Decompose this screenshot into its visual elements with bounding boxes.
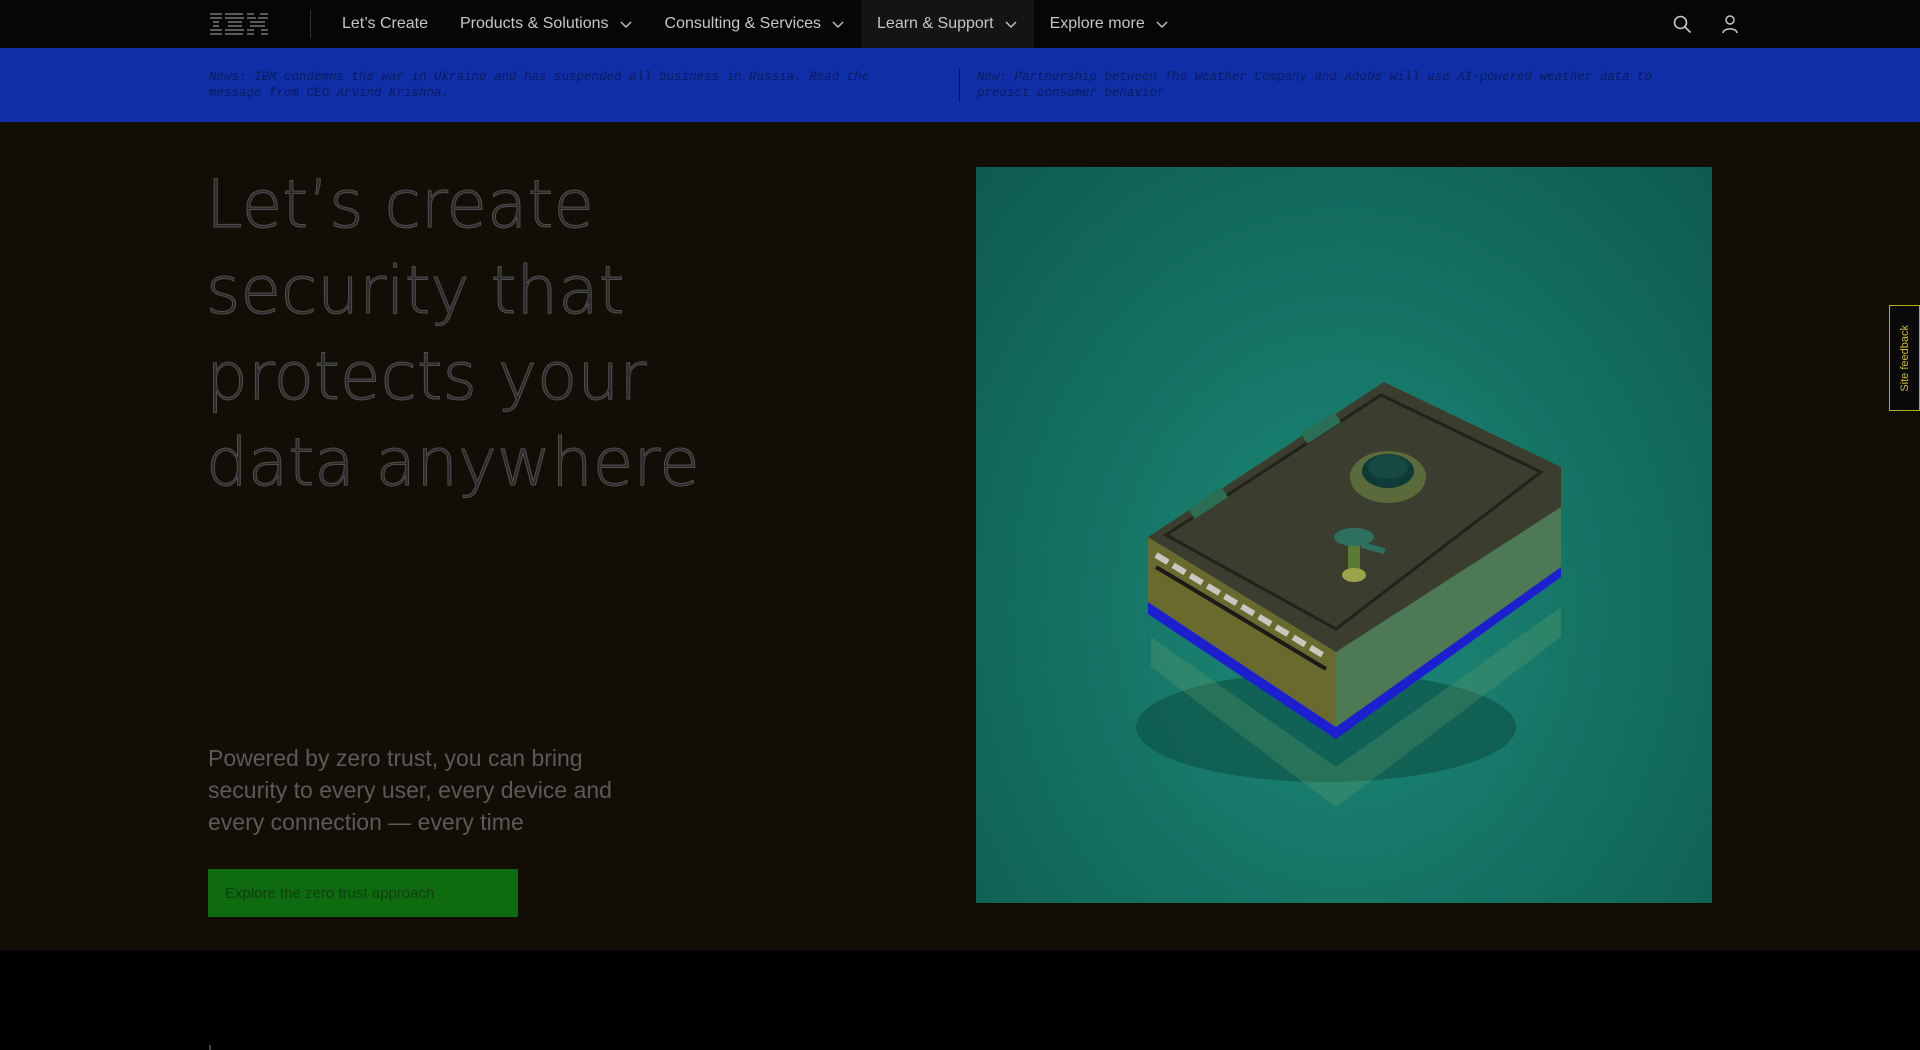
banner-divider [959,68,960,102]
news-link-weather-company[interactable]: New: Partnership between The Weather Com… [977,69,1697,101]
ibm-logo-mark [210,13,268,35]
nav-item-learn-support[interactable]: Learn & Support [861,0,1034,48]
nav-divider [310,10,311,38]
main-menu: Let’s Create Products & Solutions Consul… [326,0,1185,48]
chevron-down-icon [832,21,844,28]
explore-zero-trust-button[interactable]: Explore the zero trust approach [208,869,518,917]
chevron-down-icon [1005,21,1017,28]
user-icon[interactable] [1720,14,1740,34]
hero-safe-illustration [976,167,1712,903]
safe-illustration [1136,382,1561,807]
section-marker [209,1045,211,1050]
nav-item-products-solutions[interactable]: Products & Solutions [444,0,649,48]
site-feedback-label: Site feedback [1898,324,1911,392]
nav-utility-icons [1672,0,1740,48]
chevron-down-icon [1156,21,1168,28]
below-fold-section [0,950,1920,1050]
nav-item-lets-create[interactable]: Let’s Create [326,0,444,48]
news-banner: News: IBM condemns the war in Ukraine an… [0,48,1920,122]
top-navigation: Let’s Create Products & Solutions Consul… [0,0,1920,48]
site-feedback-tab[interactable]: Site feedback [1889,305,1920,411]
ibm-logo[interactable] [210,13,268,35]
hero-title: Let’s create security that protects your… [206,166,701,502]
news-link-ukraine[interactable]: News: IBM condemns the war in Ukraine an… [209,69,899,101]
nav-item-label: Products & Solutions [459,15,609,32]
hero-subtitle: Powered by zero trust, you can bring sec… [208,745,612,835]
hero-section: Let’s create security that protects your… [0,122,1920,950]
nav-item-label: Let’s Create [342,15,428,32]
nav-item-label: Consulting & Services [664,15,822,32]
search-icon[interactable] [1672,14,1692,34]
nav-item-consulting-services[interactable]: Consulting & Services [649,0,862,48]
nav-item-label: Explore more [1049,15,1145,32]
nav-item-label: Learn & Support [877,15,994,32]
chevron-down-icon [620,21,632,28]
nav-item-explore-more[interactable]: Explore more [1034,0,1185,48]
